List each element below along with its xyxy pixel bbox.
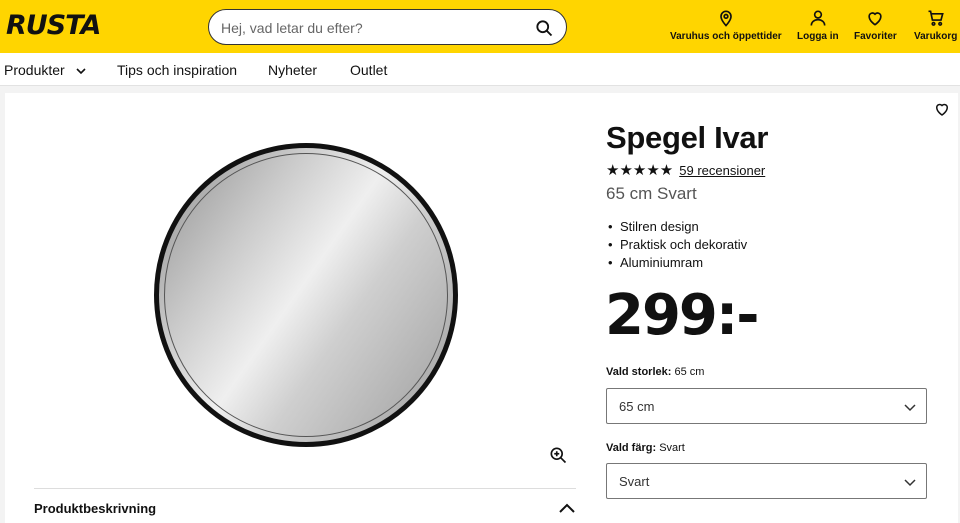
site-header: RUSTA Varuhus och öppettider Logga in Fa… bbox=[0, 0, 960, 53]
chevron-down-icon bbox=[76, 68, 86, 75]
category-nav: Produkter Tips och inspiration Nyheter O… bbox=[0, 53, 960, 86]
product-card: Produktbeskrivning Spegel Ivar ★★★★★ 59 … bbox=[5, 93, 958, 523]
nav-item-tips[interactable]: Tips och inspiration bbox=[117, 62, 237, 78]
favorite-heart-icon[interactable] bbox=[933, 100, 951, 118]
nav-item-label: Tips och inspiration bbox=[117, 62, 238, 78]
color-label-key: Vald färg: bbox=[606, 442, 657, 454]
login-link[interactable]: Logga in bbox=[797, 8, 839, 42]
search-icon[interactable] bbox=[534, 18, 554, 38]
location-pin-icon bbox=[720, 10, 732, 27]
reviews-link[interactable]: 59 recensioner bbox=[679, 163, 765, 178]
color-label-value: Svart bbox=[659, 442, 685, 454]
size-select[interactable]: 65 cm bbox=[606, 388, 927, 424]
nav-item-outlet[interactable]: Outlet bbox=[350, 62, 387, 78]
nav-item-label: Produkter bbox=[4, 62, 65, 78]
chevron-down-icon bbox=[904, 479, 916, 487]
rusta-logo[interactable]: RUSTA bbox=[6, 10, 101, 41]
description-heading[interactable]: Produktbeskrivning bbox=[34, 501, 156, 516]
color-select-value: Svart bbox=[619, 474, 650, 489]
divider bbox=[34, 488, 576, 489]
user-icon bbox=[810, 10, 826, 26]
size-label-key: Vald storlek: bbox=[606, 366, 672, 378]
nav-item-label: Outlet bbox=[350, 62, 388, 78]
stores-label: Varuhus och öppettider bbox=[670, 31, 782, 42]
nav-item-nyheter[interactable]: Nyheter bbox=[268, 62, 317, 78]
heart-icon bbox=[868, 12, 883, 26]
nav-item-produkter[interactable]: Produkter bbox=[4, 62, 87, 78]
color-select[interactable]: Svart bbox=[606, 463, 927, 499]
feature-item: Stilren design bbox=[606, 218, 747, 236]
rating: ★★★★★ 59 recensioner bbox=[606, 161, 765, 179]
size-label-value: 65 cm bbox=[674, 366, 705, 378]
cart-link[interactable]: Varukorg bbox=[914, 8, 957, 42]
search-bar[interactable] bbox=[208, 9, 567, 45]
size-label: Vald storlek: 65 cm bbox=[606, 366, 704, 378]
size-select-value: 65 cm bbox=[619, 399, 655, 414]
cart-label: Varukorg bbox=[914, 31, 958, 42]
feature-item: Praktisk och dekorativ bbox=[606, 236, 747, 254]
color-label: Vald färg: Svart bbox=[606, 442, 685, 454]
search-input[interactable] bbox=[221, 18, 521, 38]
favorites-label: Favoriter bbox=[854, 31, 897, 42]
product-image[interactable] bbox=[154, 143, 458, 447]
product-title: Spegel Ivar bbox=[606, 120, 769, 155]
chevron-up-icon[interactable] bbox=[558, 501, 576, 515]
login-label: Logga in bbox=[797, 31, 839, 42]
stores-link[interactable]: Varuhus och öppettider bbox=[670, 8, 782, 42]
mirror-reflection bbox=[164, 153, 448, 437]
zoom-icon[interactable] bbox=[548, 445, 568, 465]
feature-item: Aluminiumram bbox=[606, 254, 747, 272]
feature-list: Stilren design Praktisk och dekorativ Al… bbox=[606, 218, 747, 272]
favorites-link[interactable]: Favoriter bbox=[854, 8, 897, 42]
chevron-down-icon bbox=[904, 404, 916, 412]
product-variant: 65 cm Svart bbox=[606, 184, 697, 203]
product-price: 299:- bbox=[605, 283, 760, 348]
nav-item-label: Nyheter bbox=[268, 62, 318, 78]
cart-icon bbox=[928, 10, 944, 26]
star-rating-icon: ★★★★★ bbox=[606, 162, 674, 179]
